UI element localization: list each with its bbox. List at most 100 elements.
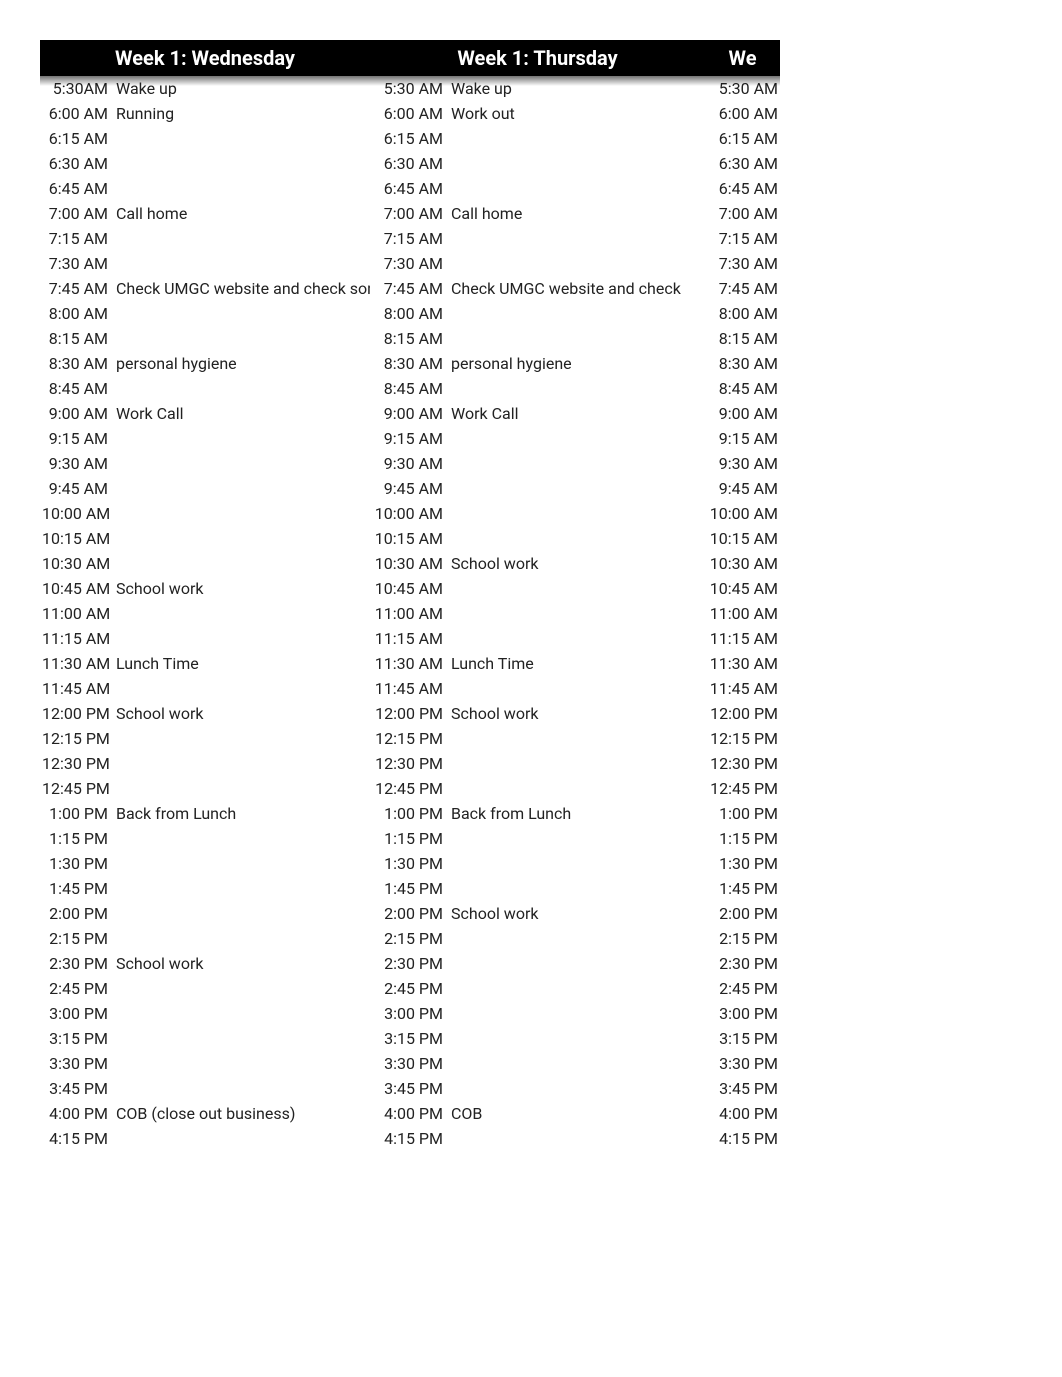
activity-cell	[445, 1126, 705, 1151]
time-cell: 2:00 PM	[370, 901, 445, 926]
time-cell: 11:15 AM	[40, 626, 110, 651]
activity-cell	[110, 901, 370, 926]
activity-cell	[110, 751, 370, 776]
activity-cell	[445, 951, 705, 976]
activity-cell: Check UMGC website and check	[445, 276, 705, 301]
time-cell: 6:15 AM	[370, 126, 445, 151]
time-cell: 7:30 AM	[705, 251, 780, 276]
activity-cell	[445, 976, 705, 1001]
time-cell: 11:15 AM	[370, 626, 445, 651]
time-cell: 10:15 AM	[370, 526, 445, 551]
time-cell: 8:15 AM	[40, 326, 110, 351]
activity-cell	[445, 851, 705, 876]
activity-cell	[110, 676, 370, 701]
time-cell: 3:15 PM	[705, 1026, 780, 1051]
activity-cell	[110, 876, 370, 901]
time-cell: 11:00 AM	[705, 601, 780, 626]
activity-cell	[445, 326, 705, 351]
time-cell: 10:15 AM	[705, 526, 780, 551]
activity-cell	[110, 726, 370, 751]
activity-cell: School work	[110, 951, 370, 976]
time-cell: 10:00 AM	[705, 501, 780, 526]
activity-cell	[110, 1026, 370, 1051]
time-cell: 7:45 AM	[40, 276, 110, 301]
activity-cell: School work	[110, 701, 370, 726]
time-cell: 11:30 AM	[705, 651, 780, 676]
time-cell: 10:15 AM	[40, 526, 110, 551]
activity-cell	[445, 126, 705, 151]
time-cell: 9:15 AM	[370, 426, 445, 451]
activity-cell	[445, 876, 705, 901]
activity-cell: Work Call	[445, 401, 705, 426]
time-cell: 8:00 AM	[705, 301, 780, 326]
time-cell: 5:30 AM	[705, 76, 780, 101]
activity-cell	[110, 501, 370, 526]
time-cell: 2:30 PM	[370, 951, 445, 976]
time-cell: 2:15 PM	[40, 926, 110, 951]
activity-cell	[445, 751, 705, 776]
time-cell: 9:30 AM	[40, 451, 110, 476]
time-cell: 6:15 AM	[705, 126, 780, 151]
activity-cell	[445, 726, 705, 751]
time-cell: 6:00 AM	[705, 101, 780, 126]
time-cell: 9:15 AM	[705, 426, 780, 451]
time-cell: 5:30 AM	[370, 76, 445, 101]
activity-cell: Wake up	[445, 76, 705, 101]
time-cell: 11:45 AM	[705, 676, 780, 701]
time-cell: 4:00 PM	[370, 1101, 445, 1126]
activity-cell	[110, 1051, 370, 1076]
activity-cell	[110, 526, 370, 551]
time-cell: 1:30 PM	[370, 851, 445, 876]
time-cell: 6:30 AM	[370, 151, 445, 176]
header-thursday: Week 1: Thursday	[370, 40, 705, 76]
activity-cell	[445, 376, 705, 401]
activity-cell: School work	[445, 701, 705, 726]
activity-cell: COB	[445, 1101, 705, 1126]
time-cell: 10:30 AM	[40, 551, 110, 576]
activity-cell	[445, 176, 705, 201]
time-cell: 11:30 AM	[40, 651, 110, 676]
time-cell: 8:30 AM	[370, 351, 445, 376]
activity-cell	[110, 151, 370, 176]
time-cell: 8:15 AM	[705, 326, 780, 351]
time-cell: 7:45 AM	[370, 276, 445, 301]
time-cell: 12:30 PM	[705, 751, 780, 776]
time-cell: 9:45 AM	[705, 476, 780, 501]
time-cell: 12:00 PM	[40, 701, 110, 726]
activity-cell: Back from Lunch	[445, 801, 705, 826]
activity-cell	[110, 426, 370, 451]
time-cell: 4:00 PM	[705, 1101, 780, 1126]
time-cell: 3:30 PM	[40, 1051, 110, 1076]
time-cell: 7:30 AM	[40, 251, 110, 276]
activity-cell: Call home	[445, 201, 705, 226]
time-cell: 1:00 PM	[370, 801, 445, 826]
activity-cell	[110, 126, 370, 151]
time-cell: 11:00 AM	[40, 601, 110, 626]
activity-cell	[445, 601, 705, 626]
time-cell: 7:45 AM	[705, 276, 780, 301]
time-cell: 10:30 AM	[705, 551, 780, 576]
time-cell: 12:15 PM	[705, 726, 780, 751]
time-cell: 10:00 AM	[370, 501, 445, 526]
activity-cell	[110, 476, 370, 501]
time-cell: 6:45 AM	[370, 176, 445, 201]
time-cell: 8:15 AM	[370, 326, 445, 351]
time-cell: 9:30 AM	[705, 451, 780, 476]
time-cell: 1:45 PM	[370, 876, 445, 901]
time-cell: 6:30 AM	[40, 151, 110, 176]
activity-cell	[445, 426, 705, 451]
time-cell: 5:30AM	[40, 76, 110, 101]
time-cell: 12:30 PM	[40, 751, 110, 776]
time-cell: 6:15 AM	[40, 126, 110, 151]
time-cell: 10:30 AM	[370, 551, 445, 576]
activity-cell	[445, 451, 705, 476]
activity-cell	[110, 851, 370, 876]
time-cell: 2:45 PM	[40, 976, 110, 1001]
time-cell: 7:15 AM	[370, 226, 445, 251]
activity-cell	[445, 226, 705, 251]
time-cell: 1:45 PM	[705, 876, 780, 901]
time-cell: 10:45 AM	[705, 576, 780, 601]
activity-cell	[110, 1001, 370, 1026]
time-cell: 12:45 PM	[370, 776, 445, 801]
activity-cell	[445, 151, 705, 176]
